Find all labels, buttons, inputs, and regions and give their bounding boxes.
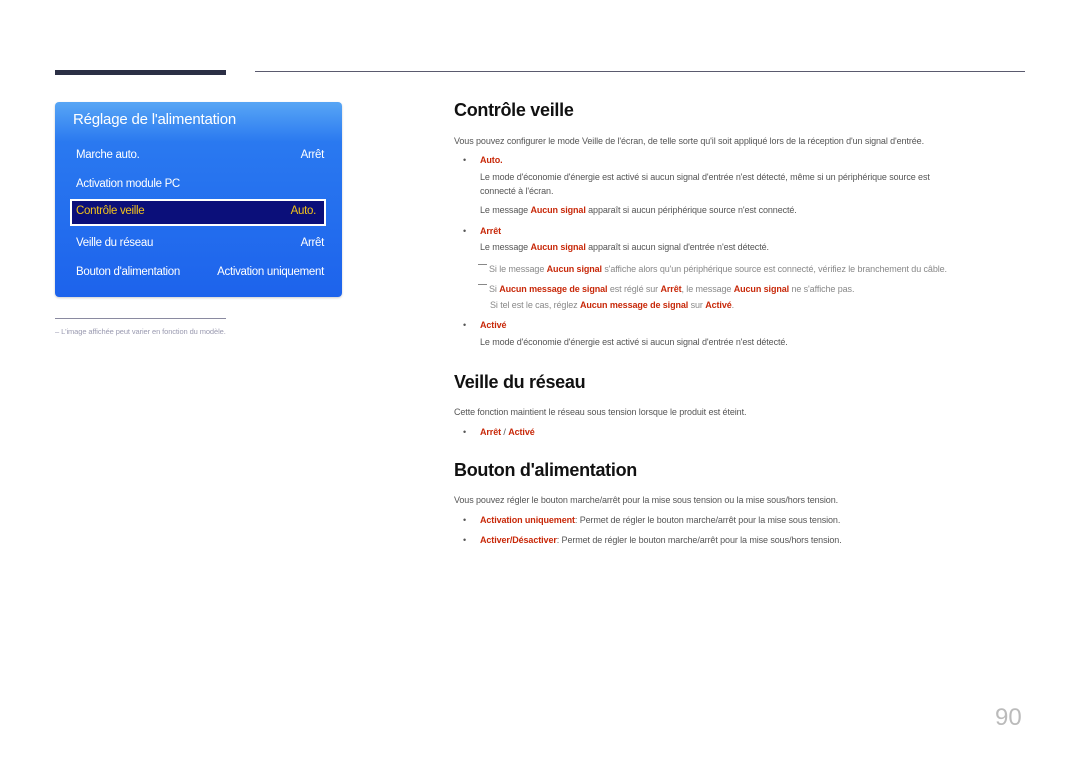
menu-item-label: Contrôle veille [76, 205, 145, 217]
text: apparaît si aucun signal d'entrée n'est … [585, 242, 769, 252]
option-auto-desc2: Le message Aucun signal apparaît si aucu… [480, 205, 797, 215]
option-arret-label: Arrêt [480, 226, 502, 236]
menu-item-bouton-alimentation[interactable]: Bouton d'alimentation Activation uniquem… [70, 260, 326, 287]
note-dash-icon [478, 264, 487, 265]
panel-title: Réglage de l'alimentation [73, 111, 236, 128]
text: Si [489, 284, 500, 294]
menu-item-label: Marche auto. [76, 149, 140, 161]
text: ne s'affiche pas. [789, 284, 855, 294]
highlight: Arrêt [660, 284, 682, 294]
footnote-dash: – [55, 327, 60, 336]
note-dash-icon [478, 284, 487, 285]
section-title-controle-veille: Contrôle veille [454, 100, 574, 120]
section-intro: Cette fonction maintient le réseau sous … [454, 407, 747, 417]
highlight: Aucun signal [546, 264, 602, 274]
text: s'affiche alors qu'un périphérique sourc… [601, 264, 947, 274]
text: sur [688, 300, 706, 310]
menu-item-label: Activation module PC [76, 178, 180, 190]
text: , le message [681, 284, 734, 294]
veille-reseau-options: Arrêt / Activé [480, 427, 535, 437]
section-title-bouton-alimentation: Bouton d'alimentation [454, 460, 637, 480]
bullet-icon: • [463, 320, 467, 330]
menu-item-activation-module-pc[interactable]: Activation module PC [70, 172, 326, 199]
option-arret: Arrêt [480, 427, 502, 437]
text: Si le message [489, 264, 547, 274]
menu-item-value: Arrêt [300, 237, 325, 249]
option-label: Activer/Désactiver [480, 535, 557, 545]
note-1: Si le message Aucun signal s'affiche alo… [478, 264, 947, 274]
bullet-icon: • [463, 155, 467, 165]
section-intro: Vous pouvez configurer le mode Veille de… [454, 136, 924, 146]
page-number: 90 [995, 704, 1022, 731]
note-3: Si tel est le cas, réglez Aucun message … [490, 300, 734, 310]
menu-item-marche-auto[interactable]: Marche auto. Arrêt [70, 143, 326, 170]
text: . [731, 300, 735, 310]
option-active: Activé [508, 427, 535, 437]
bullet-icon: • [463, 515, 467, 525]
bullet-icon: • [463, 535, 467, 545]
menu-item-value: Arrêt [300, 149, 325, 161]
text: Le message [480, 242, 531, 252]
footnote-divider [55, 318, 226, 319]
section-title-veille-reseau: Veille du réseau [454, 372, 586, 392]
bullet-icon: • [463, 427, 467, 437]
highlight: Aucun message de signal [499, 284, 608, 294]
option-auto-desc-line1: Le mode d'économie d'énergie est activé … [480, 172, 930, 182]
header-rule [255, 71, 1025, 72]
section-intro: Vous pouvez régler le bouton marche/arrê… [454, 495, 839, 505]
footnote: – L'image affichée peut varier en foncti… [55, 327, 226, 336]
option-activation-uniquement: Activation uniquement: Permet de régler … [480, 515, 840, 525]
option-desc: : Permet de régler le bouton marche/arrê… [556, 535, 842, 545]
menu-item-value: Auto. [290, 205, 317, 217]
menu-item-label: Bouton d'alimentation [76, 266, 180, 278]
option-auto-desc-line2: connecté à l'écran. [480, 186, 554, 196]
option-active-label: Activé [480, 320, 507, 330]
osd-menu-panel: Réglage de l'alimentation Marche auto. A… [55, 102, 342, 297]
option-auto-label: Auto. [480, 155, 503, 165]
option-active-desc: Le mode d'économie d'énergie est activé … [480, 337, 788, 347]
text: apparaît si aucun périphérique source n'… [585, 205, 797, 215]
note-2: Si Aucun message de signal est réglé sur… [478, 284, 854, 294]
text: Si tel est le cas, réglez [490, 300, 580, 310]
highlight: Aucun signal [733, 284, 790, 294]
highlight-aucun-signal: Aucun signal [530, 242, 586, 252]
menu-item-value: Activation uniquement [217, 266, 324, 278]
header-bar-accent [55, 70, 226, 75]
menu-item-label: Veille du réseau [76, 237, 154, 249]
option-label: Activation uniquement [480, 515, 575, 525]
menu-item-controle-veille[interactable]: Contrôle veille Auto. [70, 199, 326, 226]
highlight: Aucun message de signal [579, 300, 689, 310]
menu-item-veille-reseau[interactable]: Veille du réseau Arrêt [70, 231, 326, 258]
bullet-icon: • [463, 226, 467, 236]
highlight-aucun-signal: Aucun signal [530, 205, 586, 215]
text: Le message [480, 205, 531, 215]
option-arret-desc: Le message Aucun signal apparaît si aucu… [480, 242, 769, 252]
text: est réglé sur [607, 284, 661, 294]
option-desc: : Permet de régler le bouton marche/arrê… [574, 515, 841, 525]
option-activer-desactiver: Activer/Désactiver: Permet de régler le … [480, 535, 842, 545]
footnote-text: L'image affichée peut varier en fonction… [61, 327, 226, 336]
highlight: Activé [705, 300, 732, 310]
